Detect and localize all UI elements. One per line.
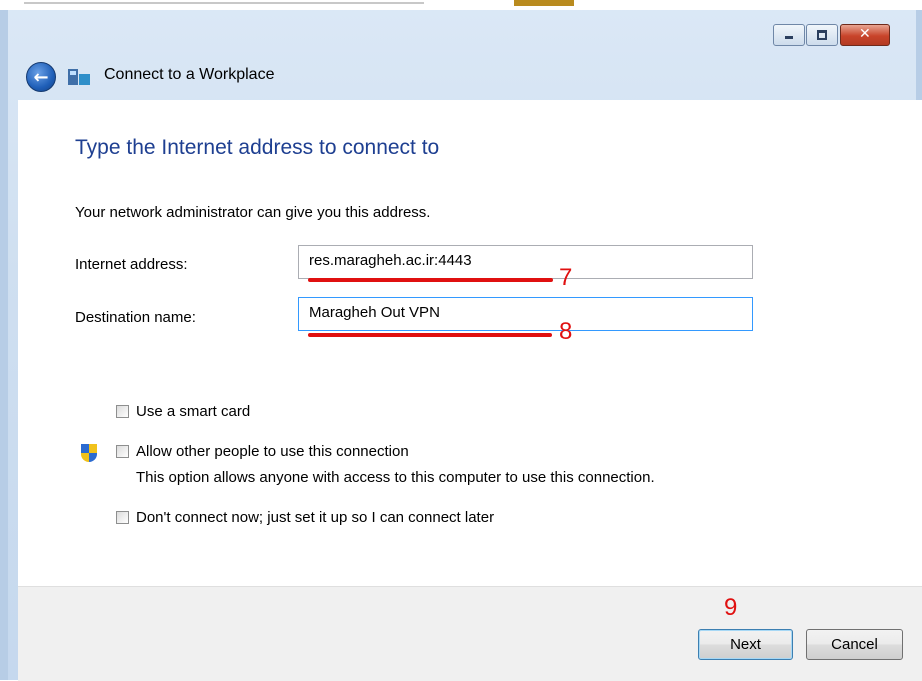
next-button[interactable]: Next (698, 629, 793, 660)
close-icon: ✕ (859, 26, 871, 42)
page-description: Your network administrator can give you … (75, 204, 431, 221)
uac-shield-icon (81, 444, 97, 462)
network-connection-icon (68, 67, 90, 87)
internet-address-input[interactable]: res.maragheh.ac.ir:4443 (298, 245, 753, 279)
close-button[interactable]: ✕ (840, 24, 890, 46)
allow-others-label[interactable]: Allow other people to use this connectio… (136, 443, 409, 460)
back-button[interactable]: ← (26, 62, 56, 92)
annotation-underline-8 (308, 333, 552, 337)
dont-connect-checkbox[interactable] (116, 511, 129, 524)
internet-address-label: Internet address: (75, 256, 188, 273)
window-frame-left (0, 10, 8, 680)
allow-others-checkbox[interactable] (116, 445, 129, 458)
cancel-button[interactable]: Cancel (806, 629, 903, 660)
page-heading: Type the Internet address to connect to (75, 136, 440, 159)
destination-name-input[interactable]: Maragheh Out VPN (298, 297, 753, 331)
maximize-icon (817, 30, 827, 40)
back-arrow-icon: ← (33, 66, 49, 88)
destination-name-label: Destination name: (75, 309, 196, 326)
background-edge-line (24, 2, 424, 4)
background-window-edge (0, 0, 922, 10)
smart-card-label[interactable]: Use a smart card (136, 403, 250, 420)
annotation-step-8: 8 (559, 318, 573, 345)
dont-connect-label[interactable]: Don't connect now; just set it up so I c… (136, 509, 494, 526)
dialog-window: ✕ ← Connect to a Workplace Type the Inte… (0, 0, 922, 681)
annotation-step-9: 9 (724, 594, 738, 621)
allow-others-note: This option allows anyone with access to… (136, 469, 655, 486)
background-edge-highlight (514, 0, 574, 6)
smart-card-checkbox[interactable] (116, 405, 129, 418)
annotation-underline-7 (308, 278, 553, 282)
annotation-step-7: 7 (559, 264, 573, 291)
minimize-icon (785, 36, 793, 39)
maximize-button[interactable] (806, 24, 838, 46)
window-title: Connect to a Workplace (104, 66, 275, 83)
minimize-button[interactable] (773, 24, 805, 46)
